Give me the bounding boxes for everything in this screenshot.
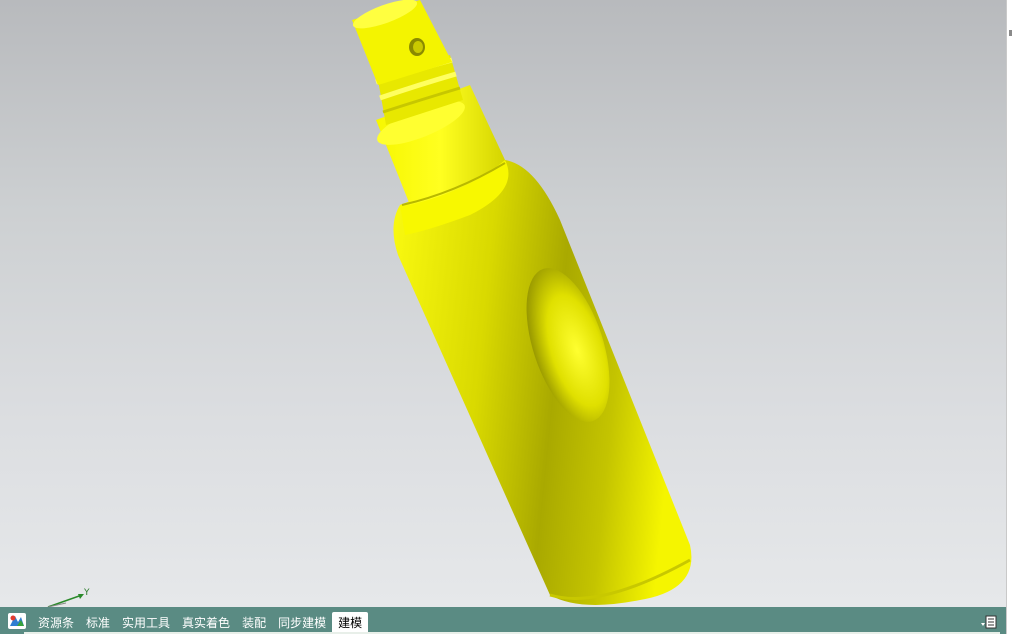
- tab-true-shading[interactable]: 真实着色: [176, 612, 236, 634]
- tab-modeling[interactable]: 建模: [332, 612, 369, 634]
- edge-marker: [1009, 30, 1012, 36]
- triad-y-label: Y: [84, 588, 90, 598]
- window-right-edge: [1006, 0, 1015, 634]
- tab-utilities[interactable]: 实用工具: [116, 612, 176, 634]
- bottle-body: [393, 160, 692, 605]
- spray-bottle-model[interactable]: [0, 0, 1006, 607]
- tab-resource-bar[interactable]: 资源条: [32, 612, 80, 634]
- tab-standard[interactable]: 标准: [80, 612, 116, 634]
- tab-assembly[interactable]: 装配: [236, 612, 272, 634]
- graphics-window[interactable]: Y: [0, 0, 1006, 607]
- coordinate-triad-icon: [47, 594, 84, 607]
- panel-menu-icon[interactable]: [978, 611, 1000, 633]
- tab-synchronous-modeling[interactable]: 同步建模: [272, 612, 332, 634]
- nx-logo-icon[interactable]: [6, 610, 28, 632]
- resource-tab-bar: 资源条 标准 实用工具 真实着色 装配 同步建模 建模: [0, 607, 1006, 634]
